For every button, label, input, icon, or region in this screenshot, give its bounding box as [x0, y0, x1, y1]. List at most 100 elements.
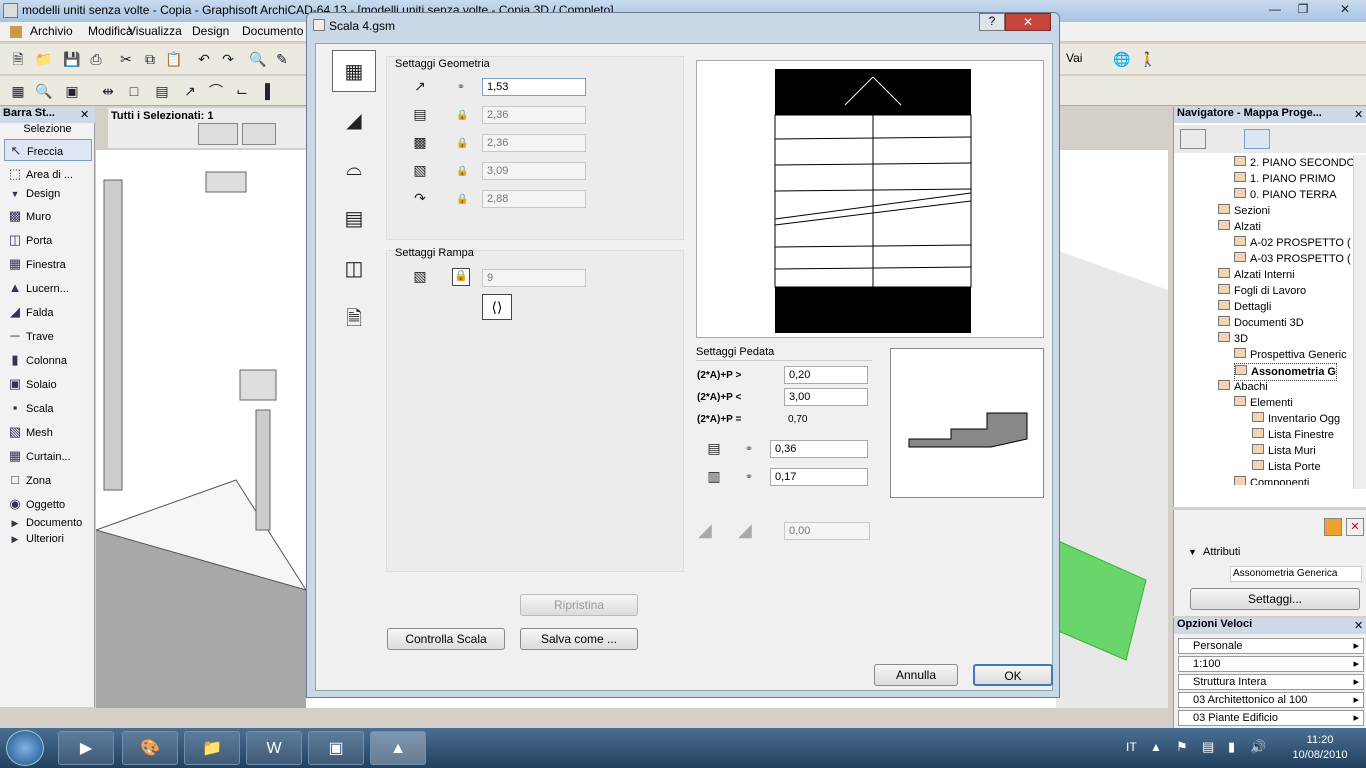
stair-3d-tab-icon[interactable]: ◫ — [332, 248, 376, 290]
corner-icon[interactable]: ⌙ — [232, 81, 252, 101]
menu-visualizza[interactable]: Visualizza — [128, 24, 182, 38]
paste-icon[interactable]: 📋 — [164, 49, 184, 69]
nav-item[interactable]: 0. PIANO TERRA — [1234, 187, 1337, 203]
document-tab-icon[interactable]: 🗎 — [332, 298, 376, 340]
nav-item[interactable]: Elementi — [1234, 395, 1293, 411]
unlock-icon[interactable]: ⚭ — [744, 472, 754, 484]
offset-icon[interactable]: □ — [124, 81, 144, 101]
close-icon[interactable]: ✕ — [1354, 108, 1363, 121]
risers-count-input[interactable]: 9 — [482, 269, 586, 287]
menu-documento[interactable]: Documento — [242, 24, 303, 38]
nav-item[interactable]: Documenti 3D — [1218, 315, 1304, 331]
ok-button[interactable]: OK — [973, 664, 1053, 686]
lock-icon[interactable]: 🔒 — [456, 194, 468, 206]
nav-item[interactable]: Lista Finestre — [1252, 427, 1334, 443]
lock-icon[interactable]: 🔒 — [456, 166, 468, 178]
paint-icon[interactable]: 🎨 — [122, 731, 178, 765]
start-button[interactable] — [6, 730, 44, 766]
nav-item[interactable]: Componenti — [1234, 475, 1309, 485]
stair-width-input[interactable]: 2,36 — [482, 134, 586, 152]
nav-item[interactable]: 1. PIANO PRIMO — [1234, 171, 1336, 187]
nav-item[interactable]: Abachi — [1218, 379, 1268, 395]
navigator-scrollbar[interactable] — [1353, 155, 1366, 489]
tool-porta[interactable]: ◫ Porta — [4, 229, 92, 251]
layer-icon-button[interactable] — [242, 123, 276, 145]
nav-item[interactable]: Lista Porte — [1252, 459, 1321, 475]
tool-mesh[interactable]: ▧ Mesh — [4, 421, 92, 443]
quick-option-row[interactable]: Struttura Intera ▸ — [1178, 674, 1364, 690]
tool-falda[interactable]: ◢ Falda — [4, 301, 92, 323]
media-player-icon[interactable]: ▶ — [58, 731, 114, 765]
save-icon[interactable]: 💾 — [62, 49, 82, 69]
close-icon[interactable]: ✕ — [80, 108, 89, 121]
nav-item[interactable]: Alzati — [1218, 219, 1261, 235]
explorer-icon[interactable]: 📁 — [184, 731, 240, 765]
lock-icon[interactable]: 🔒 — [452, 268, 470, 286]
delete-icon[interactable]: ✕ — [1346, 518, 1364, 536]
find-icon[interactable]: 🔍 — [248, 49, 268, 69]
new-folder-icon[interactable] — [1324, 518, 1342, 536]
walk-icon[interactable]: 🚶 — [1138, 49, 1158, 69]
nav-item[interactable]: Fogli di Lavoro — [1218, 283, 1306, 299]
reset-button[interactable]: Ripristina — [520, 594, 638, 616]
archicad-task-icon[interactable]: ▲ — [370, 731, 426, 765]
tool-trave[interactable]: ─ Trave — [4, 325, 92, 347]
quick-option-row[interactable]: 03 Architettonico al 100 ▸ — [1178, 692, 1364, 708]
settings-button[interactable]: Settaggi... — [1190, 588, 1360, 610]
save-as-button[interactable]: Salva come ... — [520, 628, 638, 650]
direction-toggle-icon[interactable]: ⟨⟩ — [482, 294, 512, 320]
copy-icon[interactable]: ⧉ — [140, 49, 160, 69]
power-icon[interactable]: ▮ — [1228, 739, 1235, 755]
nav-item[interactable]: A-03 PROSPETTO ( — [1234, 251, 1351, 267]
house-icon[interactable] — [1244, 129, 1270, 149]
network-icon[interactable]: ▤ — [1202, 739, 1214, 755]
tray-expand-icon[interactable]: ▲ — [1150, 740, 1162, 754]
riser-height-input[interactable]: 0,17 — [770, 468, 868, 486]
tool-freccia[interactable]: ↖ Freccia — [4, 139, 92, 161]
photo-viewer-icon[interactable]: ▣ — [308, 731, 364, 765]
arc-icon[interactable]: ⌒ — [206, 81, 226, 101]
globe-icon[interactable]: 🌐 — [1112, 49, 1132, 69]
split-icon[interactable]: ▤ — [152, 81, 172, 101]
flight-length-input[interactable]: 3,09 — [482, 162, 586, 180]
nav-item[interactable]: 3D — [1218, 331, 1248, 347]
close-button[interactable]: ✕ — [1326, 1, 1364, 19]
fit-icon[interactable]: ▣ — [62, 81, 82, 101]
quick-option-row[interactable]: Personale ▸ — [1178, 638, 1364, 654]
layout-icon[interactable] — [1308, 129, 1334, 149]
publish-icon[interactable] — [1338, 129, 1364, 149]
ulteriori-section[interactable]: ▶ Ulteriori — [4, 531, 92, 547]
view-name-field[interactable]: Assonometria Generica — [1230, 566, 1362, 582]
stair-length-input[interactable]: 2,36 — [482, 106, 586, 124]
railing-tab-icon[interactable]: ▤ — [332, 198, 376, 240]
menu-vai[interactable]: Vai — [1066, 51, 1082, 65]
info-icon-button[interactable] — [198, 123, 238, 145]
tool-lucernario[interactable]: ▲ Lucern... — [4, 277, 92, 299]
design-section[interactable]: ▼ Design — [4, 185, 92, 203]
maximize-button[interactable]: ❐ — [1290, 1, 1316, 19]
close-icon[interactable]: ✕ — [1354, 619, 1363, 632]
menu-modifica[interactable]: Modifica — [88, 24, 133, 38]
unlock-icon[interactable]: ⚭ — [456, 82, 466, 94]
unlock-icon[interactable]: ⚭ — [744, 444, 754, 456]
lock-icon[interactable]: 🔒 — [456, 138, 468, 150]
walkline-length-input[interactable]: 2,88 — [482, 190, 586, 208]
tool-finestra[interactable]: ▦ Finestra — [4, 253, 92, 275]
undo-icon[interactable]: ↶ — [194, 49, 214, 69]
tool-curtain-wall[interactable]: ▦ Curtain... — [4, 445, 92, 467]
minimize-button[interactable]: — — [1262, 1, 1288, 19]
drag-icon[interactable]: ↗ — [180, 81, 200, 101]
language-indicator[interactable]: IT — [1126, 740, 1137, 754]
nosing-input[interactable]: 0,00 — [784, 522, 870, 540]
volume-icon[interactable]: 🔊 — [1250, 739, 1266, 755]
nav-item[interactable]: Lista Muri — [1252, 443, 1316, 459]
tool-zona[interactable]: □ Zona — [4, 469, 92, 491]
clock-date[interactable]: 10/08/2010 — [1290, 749, 1350, 761]
cancel-button[interactable]: Annulla — [874, 664, 958, 686]
folder-icon[interactable] — [1276, 129, 1302, 149]
zoom-icon[interactable]: 🔍 — [34, 81, 54, 101]
help-button[interactable]: ? — [979, 13, 1005, 31]
clock-time[interactable]: 11:20 — [1290, 734, 1350, 746]
column-icon[interactable]: ▌ — [260, 81, 280, 101]
stair-section-tab-icon[interactable]: ◢ — [332, 100, 376, 142]
